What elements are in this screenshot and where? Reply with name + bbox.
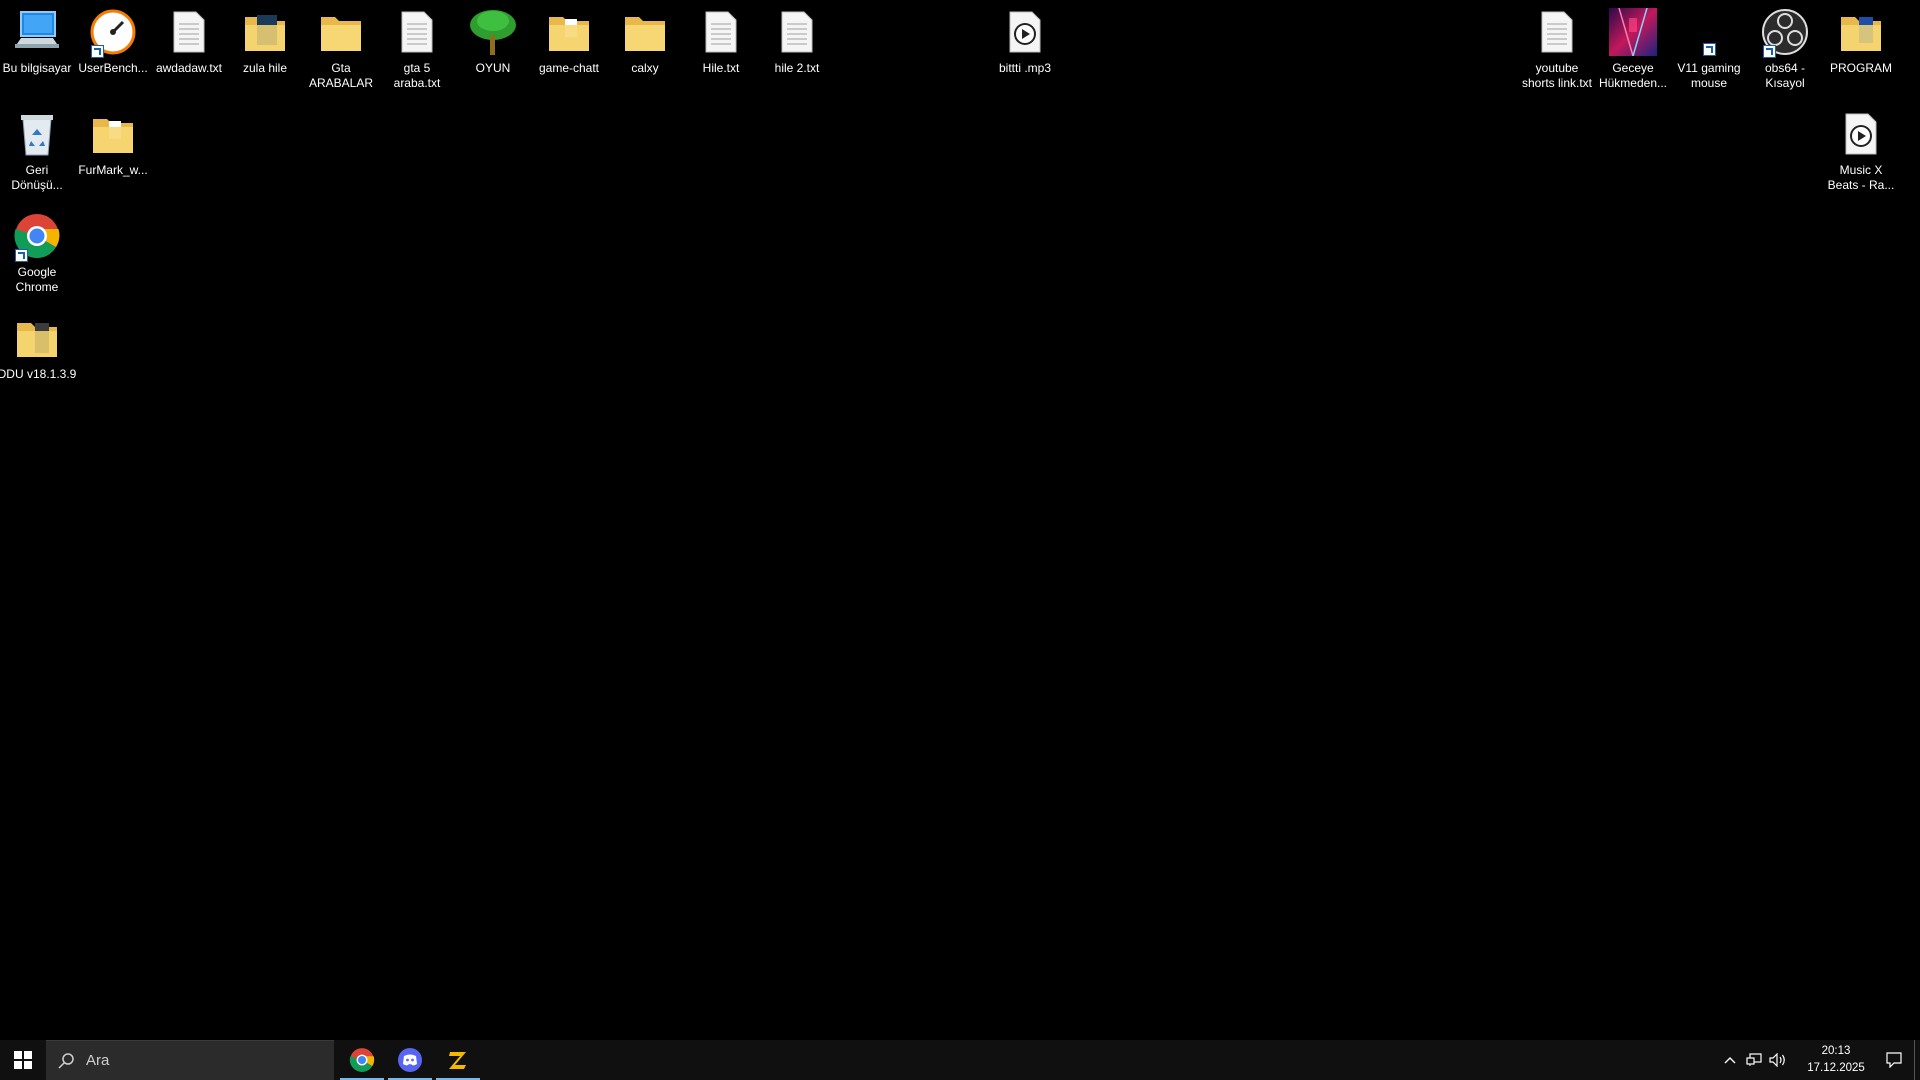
- desktop-icon-zula-hile[interactable]: zula hile: [228, 6, 302, 76]
- taskbar-clock[interactable]: 20:13 17.12.2025: [1798, 1043, 1874, 1077]
- icon-label: awdadaw.txt: [155, 61, 223, 75]
- icon-label: Gta ARABALAR: [308, 61, 374, 90]
- text-file-icon: [163, 6, 215, 58]
- desktop-icon-awdadaw[interactable]: awdadaw.txt: [152, 6, 226, 76]
- mouse-app-icon: [1683, 6, 1735, 58]
- desktop-icon-youtube-shorts-link[interactable]: youtube shorts link.txt: [1520, 6, 1594, 91]
- chrome-icon: [349, 1048, 375, 1072]
- taskbar-search-box[interactable]: Ara: [46, 1040, 334, 1080]
- search-icon: [58, 1052, 74, 1069]
- shortcut-arrow-icon: [1703, 43, 1716, 56]
- icon-label: OYUN: [475, 61, 511, 75]
- folder-icon: [1835, 6, 1887, 58]
- desktop-icon-google-chrome[interactable]: Google Chrome: [0, 210, 74, 295]
- desktop-icon-hile[interactable]: Hile.txt: [684, 6, 758, 76]
- system-tray: 20:13 17.12.2025: [1718, 1040, 1920, 1080]
- start-button[interactable]: [0, 1040, 46, 1080]
- icon-label: gta 5 araba.txt: [393, 61, 441, 90]
- shortcut-arrow-icon: [15, 249, 28, 262]
- volume-icon[interactable]: [1766, 1040, 1790, 1080]
- chrome-icon: [11, 210, 63, 262]
- folder-icon: [87, 108, 139, 160]
- windows-logo-icon: [14, 1051, 32, 1069]
- desktop-icon-this-pc[interactable]: Bu bilgisayar: [0, 6, 74, 76]
- shortcut-arrow-icon: [1763, 45, 1776, 58]
- action-center-button[interactable]: [1874, 1040, 1914, 1080]
- icon-label: hile 2.txt: [774, 61, 820, 75]
- desktop-icon-v11-gaming-mouse[interactable]: V11 gaming mouse: [1672, 6, 1746, 91]
- icon-label: obs64 - Kısayol: [1764, 61, 1806, 90]
- search-placeholder: Ara: [86, 1052, 110, 1069]
- desktop-icon-music-x-beats[interactable]: Music X Beats - Ra...: [1824, 108, 1898, 193]
- tree-icon: [467, 6, 519, 58]
- taskbar-app-discord[interactable]: [386, 1040, 434, 1080]
- icon-label: DDU v18.1.3.9: [0, 367, 77, 381]
- obs-icon: [1759, 6, 1811, 58]
- desktop-icon-obs64[interactable]: obs64 - Kısayol: [1748, 6, 1822, 91]
- recycle-bin-icon: [11, 108, 63, 160]
- notification-icon: [1886, 1052, 1902, 1068]
- icon-label: zula hile: [242, 61, 288, 75]
- clock-time: 20:13: [1821, 1045, 1851, 1057]
- icon-label: calxy: [631, 61, 659, 75]
- taskbar-app-chrome[interactable]: [338, 1040, 386, 1080]
- folder-icon: [239, 6, 291, 58]
- icon-label: Geri Dönüşü...: [11, 163, 63, 192]
- taskbar-app-zula[interactable]: [434, 1040, 482, 1080]
- audio-file-icon: [1835, 108, 1887, 160]
- icon-label: V11 gaming mouse: [1677, 61, 1741, 90]
- desktop-icon-furmark[interactable]: FurMark_w...: [76, 108, 150, 178]
- network-icon[interactable]: [1742, 1040, 1766, 1080]
- icon-label: UserBench...: [78, 61, 148, 75]
- text-file-icon: [771, 6, 823, 58]
- icon-label: Google Chrome: [15, 265, 59, 294]
- folder-icon: [543, 6, 595, 58]
- desktop-icon-oyun[interactable]: OYUN: [456, 6, 530, 76]
- desktop-icon-ddu[interactable]: DDU v18.1.3.9: [0, 312, 76, 382]
- text-file-icon: [391, 6, 443, 58]
- image-file-icon: [1607, 6, 1659, 58]
- folder-icon: [315, 6, 367, 58]
- icon-label: FurMark_w...: [78, 163, 148, 177]
- show-desktop-button[interactable]: [1914, 1040, 1920, 1080]
- show-hidden-icons-chevron[interactable]: [1718, 1040, 1742, 1080]
- text-file-icon: [695, 6, 747, 58]
- desktop-icon-gta5-araba[interactable]: gta 5 araba.txt: [380, 6, 454, 91]
- icon-label: Bu bilgisayar: [2, 61, 72, 75]
- desktop-icon-hile-2[interactable]: hile 2.txt: [760, 6, 834, 76]
- audio-file-icon: [999, 6, 1051, 58]
- taskbar: Ara 20:13 17.12.2025: [0, 1040, 1920, 1080]
- chevron-up-icon: [1724, 1057, 1736, 1064]
- zula-icon: [449, 1052, 466, 1069]
- icon-label: Hile.txt: [702, 61, 740, 75]
- icon-label: youtube shorts link.txt: [1521, 61, 1593, 90]
- folder-icon: [619, 6, 671, 58]
- folder-icon: [11, 312, 63, 364]
- icon-label: Geceye Hükmeden...: [1598, 61, 1668, 90]
- desktop-icon-bittti-mp3[interactable]: bittti .mp3: [988, 6, 1062, 76]
- desktop-icon-program[interactable]: PROGRAM: [1824, 6, 1898, 76]
- icon-label: PROGRAM: [1829, 61, 1892, 75]
- discord-icon: [398, 1048, 422, 1072]
- desktop-icon-calxy[interactable]: calxy: [608, 6, 682, 76]
- text-file-icon: [1531, 6, 1583, 58]
- icon-label: game-chatt: [538, 61, 600, 75]
- clock-date: 17.12.2025: [1807, 1062, 1865, 1074]
- computer-icon: [11, 6, 63, 58]
- desktop-icon-recycle-bin[interactable]: Geri Dönüşü...: [0, 108, 74, 193]
- icon-label: Music X Beats - Ra...: [1827, 163, 1895, 192]
- desktop[interactable]: Bu bilgisayar UserBench... awdadaw.txt z…: [0, 0, 1920, 1040]
- icon-label: bittti .mp3: [998, 61, 1052, 75]
- desktop-icon-gta-arabalar[interactable]: Gta ARABALAR: [304, 6, 378, 91]
- desktop-icon-userbenchmark[interactable]: UserBench...: [76, 6, 150, 76]
- desktop-icon-game-chatt[interactable]: game-chatt: [532, 6, 606, 76]
- desktop-icon-geceye-hukmeden[interactable]: Geceye Hükmeden...: [1596, 6, 1670, 91]
- shortcut-arrow-icon: [91, 45, 104, 58]
- userbenchmark-icon: [87, 6, 139, 58]
